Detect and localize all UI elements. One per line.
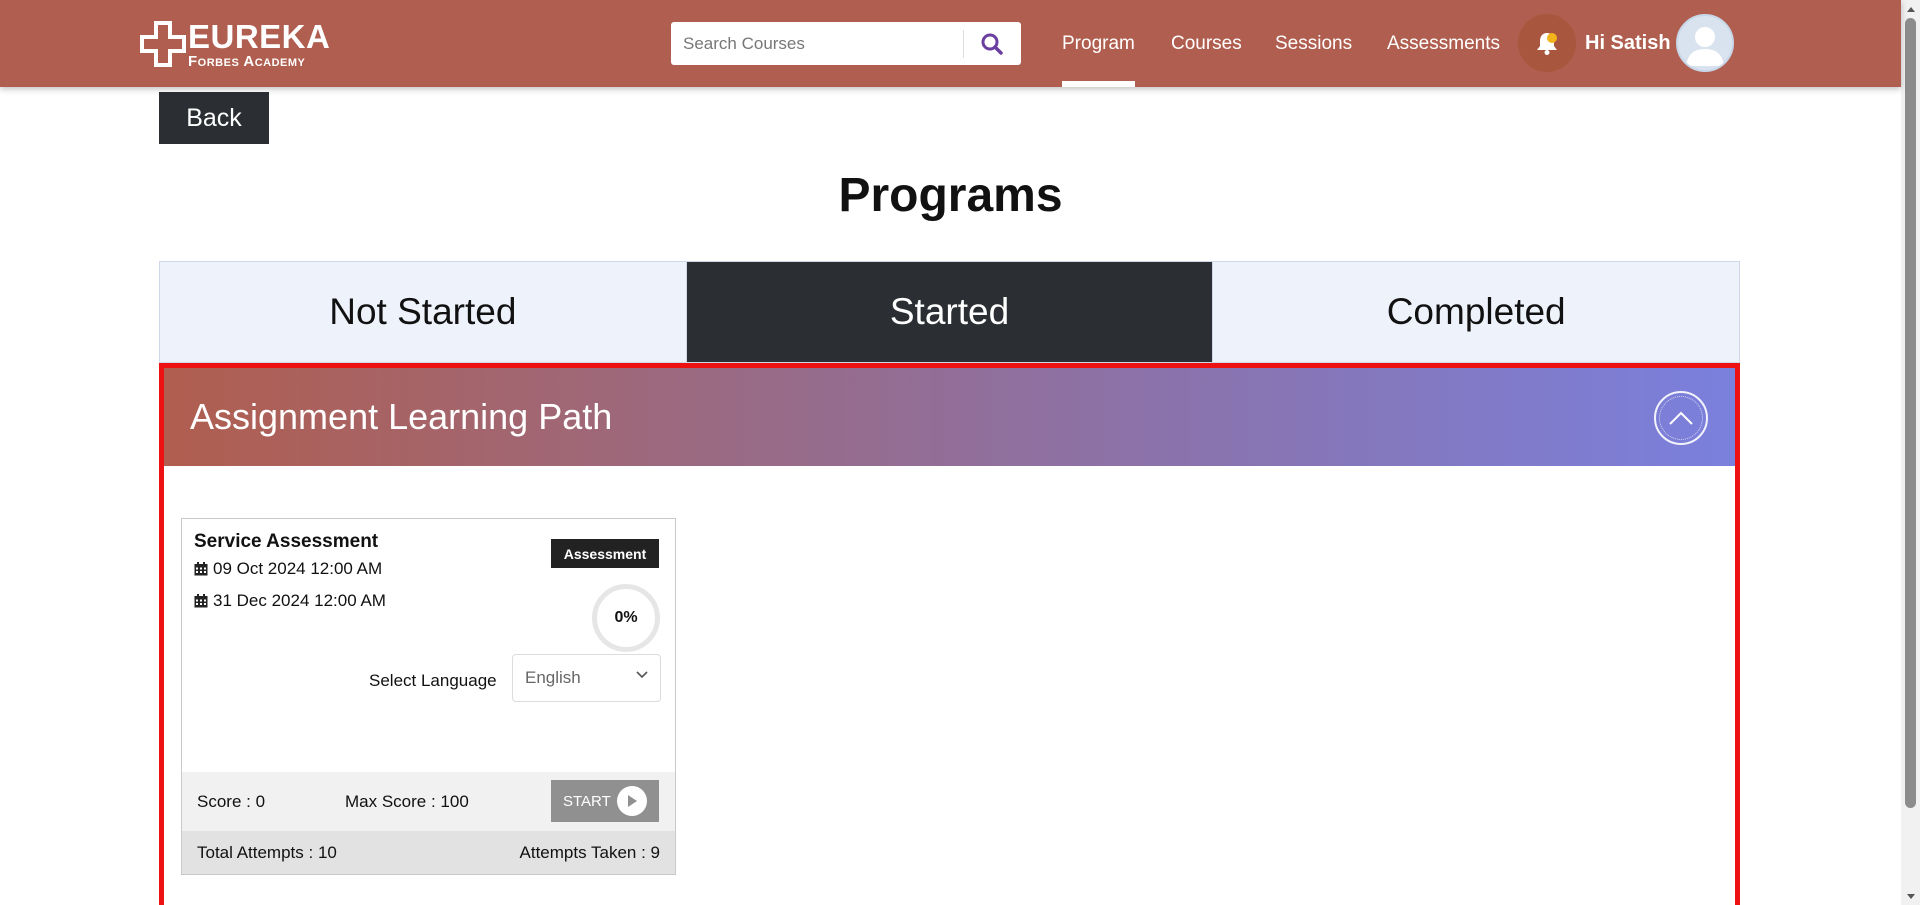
search-bar [671, 22, 1021, 65]
play-icon [617, 786, 647, 816]
top-navbar: EUREKA Forbes Academy Program Courses Se… [0, 0, 1901, 87]
tab-not-started[interactable]: Not Started [160, 262, 686, 362]
learning-path-panel: Assignment Learning Path Service Assessm… [159, 363, 1740, 905]
page-title: Programs [838, 169, 1063, 222]
nav-program-label: Program [1062, 32, 1135, 54]
assessment-card: Service Assessment 09 Oct 2024 12:00 AM … [181, 518, 676, 875]
calendar-icon [194, 594, 208, 608]
logo-subtitle: Forbes Academy [188, 52, 306, 70]
card-title: Service Assessment [194, 531, 379, 552]
score-row: Score : 0 Max Score : 100 START [182, 772, 675, 831]
tab-started[interactable]: Started [685, 262, 1213, 362]
back-button[interactable]: Back [159, 92, 269, 144]
start-label: START [563, 792, 611, 810]
attempts-taken: Attempts Taken : 9 [519, 842, 660, 862]
chevron-up-icon [1669, 411, 1693, 425]
max-score-value: Max Score : 100 [345, 791, 469, 811]
language-label: Select Language [369, 671, 497, 690]
notifications-button[interactable] [1518, 14, 1576, 72]
calendar-icon [194, 562, 208, 576]
user-greeting: Hi Satish [1585, 32, 1671, 54]
nav-program[interactable]: Program [1062, 0, 1135, 87]
chevron-down-icon [636, 671, 648, 679]
collapse-button[interactable] [1654, 391, 1708, 445]
eureka-forbes-logo[interactable]: EUREKA Forbes Academy [140, 18, 340, 70]
logo-wordmark: EUREKA [188, 17, 331, 55]
program-status-tabs: Not Started Started Completed [159, 261, 1740, 363]
nav-sessions-label: Sessions [1275, 32, 1353, 54]
attempts-row: Total Attempts : 10 Attempts Taken : 9 [182, 831, 675, 874]
scroll-up-arrow-icon[interactable] [1901, 0, 1920, 17]
nav-assessments[interactable]: Assessments [1387, 0, 1500, 87]
nav-sessions[interactable]: Sessions [1275, 0, 1352, 87]
scrollbar-thumb[interactable] [1905, 18, 1916, 808]
nav-assessments-label: Assessments [1387, 32, 1500, 54]
bell-icon [1537, 33, 1557, 55]
language-value: English [525, 668, 581, 687]
logo-cross-icon [140, 21, 186, 67]
end-date-row: 31 Dec 2024 12:00 AM [194, 591, 386, 611]
learning-path-title: Assignment Learning Path [190, 396, 613, 437]
page-scrollbar[interactable] [1901, 0, 1920, 905]
nav-courses-label: Courses [1171, 32, 1242, 54]
total-attempts: Total Attempts : 10 [197, 842, 337, 862]
type-badge: Assessment [551, 539, 659, 568]
nav-courses[interactable]: Courses [1171, 0, 1242, 87]
end-date: 31 Dec 2024 12:00 AM [213, 591, 386, 610]
start-date: 09 Oct 2024 12:00 AM [213, 559, 383, 578]
search-icon [981, 33, 1003, 55]
scroll-down-arrow-icon[interactable] [1901, 888, 1920, 905]
start-button[interactable]: START [551, 780, 659, 822]
search-input[interactable] [671, 23, 963, 64]
learning-path-header[interactable]: Assignment Learning Path [164, 368, 1735, 466]
progress-circle: 0% [592, 584, 660, 652]
language-select[interactable]: English [512, 654, 661, 702]
score-value: Score : 0 [197, 791, 266, 811]
tab-completed[interactable]: Completed [1212, 262, 1740, 362]
user-avatar-icon[interactable] [1676, 14, 1734, 72]
start-date-row: 09 Oct 2024 12:00 AM [194, 559, 382, 579]
search-button[interactable] [964, 22, 1020, 65]
